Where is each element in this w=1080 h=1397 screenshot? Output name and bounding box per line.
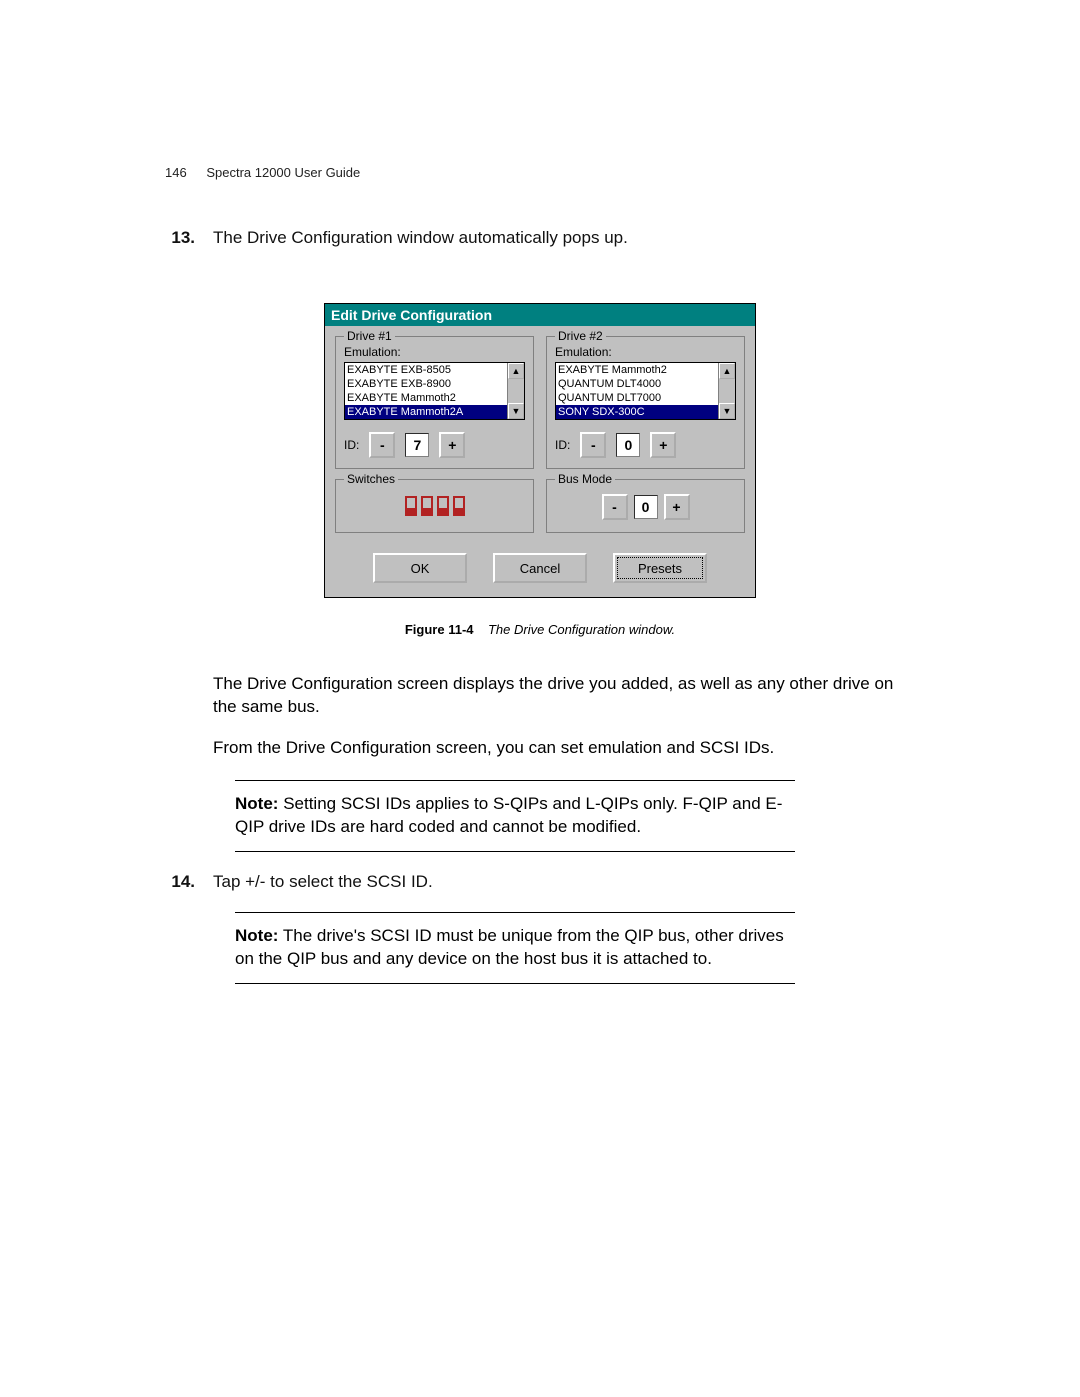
note-label: Note:	[235, 926, 278, 945]
drive-panels-row: Drive #1 Emulation: EXABYTE EXB-8505 EXA…	[335, 336, 745, 469]
list-item[interactable]: EXABYTE Mammoth2	[556, 363, 718, 377]
note-1-block: Note: Setting SCSI IDs applies to S-QIPs…	[235, 780, 795, 852]
note-rule-top	[235, 912, 795, 913]
drive-2-id-row: ID: - 0 +	[555, 432, 736, 458]
drive-1-emulation-listbox[interactable]: EXABYTE EXB-8505 EXABYTE EXB-8900 EXABYT…	[344, 362, 525, 420]
edit-drive-configuration-dialog: Edit Drive Configuration Drive #1 Emulat…	[324, 303, 756, 598]
dialog-titlebar: Edit Drive Configuration	[325, 304, 755, 326]
figure-text: The Drive Configuration window.	[488, 622, 675, 637]
drive-1-legend: Drive #1	[344, 329, 395, 343]
paragraph-2: From the Drive Configuration screen, you…	[213, 737, 915, 760]
drive-2-id-plus-button[interactable]: +	[650, 432, 676, 458]
drive-2-emulation-listbox[interactable]: EXABYTE Mammoth2 QUANTUM DLT4000 QUANTUM…	[555, 362, 736, 420]
dialog-button-row: OK Cancel Presets	[335, 553, 745, 583]
step-13: 13. The Drive Configuration window autom…	[165, 228, 915, 248]
paragraph-1: The Drive Configuration screen displays …	[213, 673, 915, 719]
page-number: 146	[165, 165, 187, 180]
note-label: Note:	[235, 794, 278, 813]
drive-1-group: Drive #1 Emulation: EXABYTE EXB-8505 EXA…	[335, 336, 534, 469]
dialog-body: Drive #1 Emulation: EXABYTE EXB-8505 EXA…	[325, 326, 755, 597]
note-rule-top	[235, 780, 795, 781]
drive-1-id-minus-button[interactable]: -	[369, 432, 395, 458]
step-14: 14. Tap +/- to select the SCSI ID.	[165, 872, 915, 892]
bus-mode-row: - 0 +	[555, 488, 736, 522]
drive-2-emulation-label: Emulation:	[555, 345, 736, 359]
dip-switch[interactable]	[421, 496, 433, 516]
drive-2-legend: Drive #2	[555, 329, 606, 343]
scroll-down-icon[interactable]: ▼	[719, 403, 735, 419]
scroll-track[interactable]	[719, 379, 735, 403]
step-13-number: 13.	[165, 228, 205, 248]
note-rule-bottom	[235, 851, 795, 852]
step-13-text: The Drive Configuration window automatic…	[213, 228, 915, 248]
list-item-selected[interactable]: EXABYTE Mammoth2A	[345, 405, 507, 419]
list-item[interactable]: EXABYTE EXB-8505	[345, 363, 507, 377]
drive-1-id-row: ID: - 7 +	[344, 432, 525, 458]
note-rule-bottom	[235, 983, 795, 984]
body-text-block: The Drive Configuration screen displays …	[213, 673, 915, 760]
step-14-number: 14.	[165, 872, 205, 892]
drive-2-scrollbar[interactable]: ▲ ▼	[718, 363, 735, 419]
note-2-text: Note: The drive's SCSI ID must be unique…	[235, 919, 795, 977]
step-14-text: Tap +/- to select the SCSI ID.	[213, 872, 915, 892]
lower-panels-row: Switches Bus Mode - 0	[335, 479, 745, 533]
bus-mode-plus-button[interactable]: +	[664, 494, 690, 520]
dip-switch[interactable]	[437, 496, 449, 516]
scroll-down-icon[interactable]: ▼	[508, 403, 524, 419]
figure-label: Figure 11-4	[405, 622, 474, 637]
dip-switch[interactable]	[405, 496, 417, 516]
dip-switch[interactable]	[453, 496, 465, 516]
drive-1-id-label: ID:	[344, 438, 359, 452]
list-item[interactable]: EXABYTE EXB-8900	[345, 377, 507, 391]
guide-title: Spectra 12000 User Guide	[206, 165, 360, 180]
figure-caption: Figure 11-4 The Drive Configuration wind…	[165, 622, 915, 637]
list-item[interactable]: QUANTUM DLT7000	[556, 391, 718, 405]
note-2-block: Note: The drive's SCSI ID must be unique…	[235, 912, 795, 984]
bus-mode-legend: Bus Mode	[555, 472, 615, 486]
scroll-track[interactable]	[508, 379, 524, 403]
scroll-up-icon[interactable]: ▲	[719, 363, 735, 379]
note-1-text: Note: Setting SCSI IDs applies to S-QIPs…	[235, 787, 795, 845]
presets-button[interactable]: Presets	[613, 553, 707, 583]
drive-2-group: Drive #2 Emulation: EXABYTE Mammoth2 QUA…	[546, 336, 745, 469]
drive-1-id-plus-button[interactable]: +	[439, 432, 465, 458]
switches-legend: Switches	[344, 472, 398, 486]
list-item[interactable]: EXABYTE Mammoth2	[345, 391, 507, 405]
bus-mode-minus-button[interactable]: -	[602, 494, 628, 520]
cancel-button[interactable]: Cancel	[493, 553, 587, 583]
drive-2-id-minus-button[interactable]: -	[580, 432, 606, 458]
drive-1-scrollbar[interactable]: ▲ ▼	[507, 363, 524, 419]
drive-2-id-label: ID:	[555, 438, 570, 452]
note-2-body: The drive's SCSI ID must be unique from …	[235, 926, 784, 968]
drive-2-emulation-items[interactable]: EXABYTE Mammoth2 QUANTUM DLT4000 QUANTUM…	[556, 363, 718, 419]
drive-1-emulation-items[interactable]: EXABYTE EXB-8505 EXABYTE EXB-8900 EXABYT…	[345, 363, 507, 419]
ok-button[interactable]: OK	[373, 553, 467, 583]
drive-1-id-value: 7	[405, 433, 429, 457]
dialog-figure: Edit Drive Configuration Drive #1 Emulat…	[165, 303, 915, 598]
drive-2-id-value: 0	[616, 433, 640, 457]
switches-group: Switches	[335, 479, 534, 533]
note-1-body: Setting SCSI IDs applies to S-QIPs and L…	[235, 794, 782, 836]
scroll-up-icon[interactable]: ▲	[508, 363, 524, 379]
list-item[interactable]: QUANTUM DLT4000	[556, 377, 718, 391]
dip-switches	[344, 488, 525, 520]
list-item-selected[interactable]: SONY SDX-300C	[556, 405, 718, 419]
document-page: 146 Spectra 12000 User Guide 13. The Dri…	[0, 0, 1080, 1204]
bus-mode-group: Bus Mode - 0 +	[546, 479, 745, 533]
drive-1-emulation-label: Emulation:	[344, 345, 525, 359]
page-header: 146 Spectra 12000 User Guide	[165, 165, 915, 180]
bus-mode-value: 0	[634, 495, 658, 519]
